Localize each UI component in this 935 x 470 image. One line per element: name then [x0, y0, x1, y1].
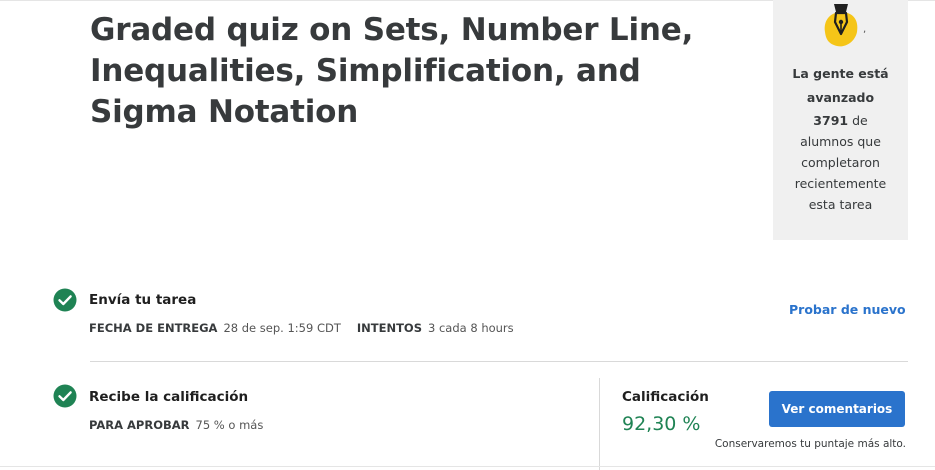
pen-nib-icon	[817, 0, 867, 52]
progress-card-body: 3791 de alumnos que completaron reciente…	[785, 110, 896, 215]
try-again-link[interactable]: Probar de nuevo	[789, 302, 906, 317]
due-date-label: FECHA DE ENTREGA	[89, 321, 218, 335]
progress-card-text-2: alumnos que completaron recientemente es…	[794, 134, 887, 212]
keep-highest-score-note: Conservaremos tu puntaje más alto.	[714, 438, 906, 450]
progress-card: , La gente está avanzado 3791 de alumnos…	[773, 0, 908, 240]
check-circle-icon	[53, 288, 77, 312]
completion-count: 3791	[813, 113, 849, 128]
grade-step-title: Recibe la calificación	[89, 389, 249, 405]
progress-card-text-1: de	[852, 113, 868, 128]
due-date-value: 28 de sep. 1:59 CDT	[223, 321, 341, 335]
check-circle-icon	[53, 384, 77, 408]
bottom-divider	[0, 466, 935, 467]
pass-threshold-value: 75 % o más	[195, 418, 264, 432]
submit-step-title: Envía tu tarea	[89, 292, 197, 308]
page-title: Graded quiz on Sets, Number Line, Inequa…	[90, 12, 694, 130]
decorative-dot: ,	[863, 24, 867, 35]
attempts-label: INTENTOS	[356, 321, 422, 335]
grade-value: 92,30 %	[622, 413, 701, 435]
submit-step-meta: FECHA DE ENTREGA 28 de sep. 1:59 CDT INTEN…	[89, 321, 530, 335]
grade-label: Calificación	[622, 389, 709, 405]
step-divider	[90, 361, 908, 362]
view-feedback-button[interactable]: Ver comentarios	[769, 391, 905, 427]
attempts-value: 3 cada 8 hours	[428, 321, 514, 335]
pass-threshold-label: PARA APROBAR	[89, 418, 190, 432]
grade-step-meta: PARA APROBAR 75 % o más	[89, 418, 279, 432]
grade-divider	[599, 378, 600, 470]
progress-card-heading: La gente está avanzado	[792, 66, 889, 105]
